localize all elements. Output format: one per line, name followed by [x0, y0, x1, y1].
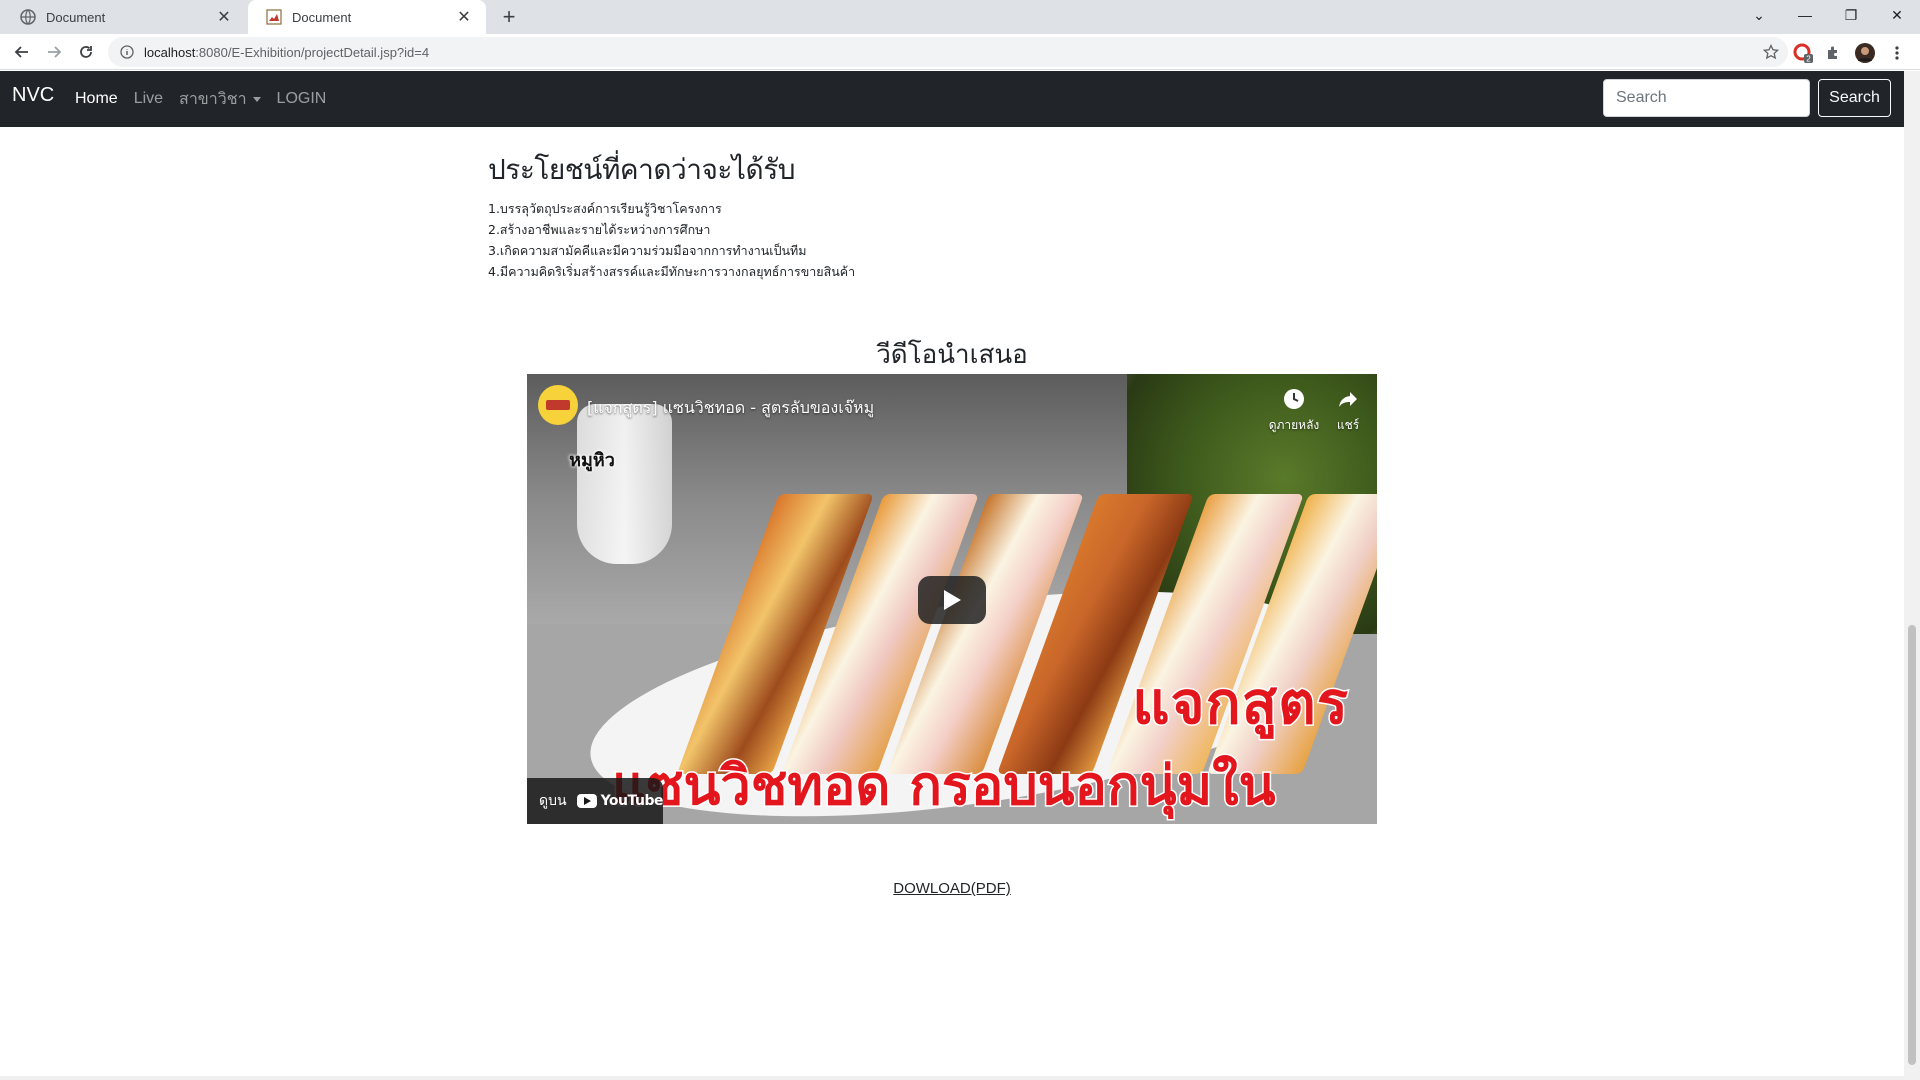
- benefits-list: 1.บรรลุวัตถุประสงค์การเรียนรู้วิชาโครงกา…: [488, 198, 1388, 282]
- tab-close-icon[interactable]: ✕: [214, 7, 234, 27]
- svg-text:2: 2: [1806, 55, 1811, 64]
- page-favicon-icon: [266, 9, 282, 25]
- page-bottom-edge: [0, 1076, 1904, 1080]
- site-navbar: NVC Home Live สาขาวิชา LOGIN Search: [0, 71, 1904, 127]
- tab-title: Document: [46, 9, 106, 25]
- video-heading: วีดีโอนำเสนอ: [876, 340, 1028, 370]
- nav-live[interactable]: Live: [134, 90, 163, 108]
- tab-title: Document: [292, 9, 352, 25]
- benefits-section: ประโยชน์ที่คาดว่าจะได้รับ 1.บรรลุวัตถุปร…: [488, 148, 1388, 282]
- watch-on-label: ดูบน: [539, 793, 567, 809]
- share-arrow-icon: [1335, 386, 1361, 412]
- browser-menu-icon[interactable]: [1886, 42, 1908, 64]
- download-pdf-link[interactable]: DOWLOAD(PDF): [893, 880, 1011, 897]
- globe-icon: [20, 9, 36, 25]
- play-icon: [944, 590, 961, 610]
- watch-on-youtube-button[interactable]: ดูบน YouTube: [527, 778, 664, 824]
- new-tab-button[interactable]: +: [496, 4, 522, 29]
- profile-avatar[interactable]: [1854, 42, 1876, 64]
- list-item: 3.เกิดความสามัคคีและมีความร่วมมือจากการท…: [488, 243, 807, 258]
- video-title[interactable]: [แจกสูตร] แซนวิชทอด - สูตรลับของเจ๊หมู: [587, 396, 874, 421]
- forward-icon[interactable]: [42, 40, 66, 64]
- nav-login[interactable]: LOGIN: [277, 90, 327, 108]
- address-bar[interactable]: localhost:8080/E-Exhibition/projectDetai…: [108, 37, 1788, 67]
- share-button[interactable]: แชร์: [1313, 386, 1377, 435]
- play-button[interactable]: [918, 576, 986, 624]
- benefits-heading: ประโยชน์ที่คาดว่าจะได้รับ: [488, 153, 796, 186]
- extensions-puzzle-icon[interactable]: [1822, 42, 1844, 64]
- search-button[interactable]: Search: [1818, 79, 1891, 117]
- list-item: 1.บรรลุวัตถุประสงค์การเรียนรู้วิชาโครงกา…: [488, 201, 722, 216]
- extension-icon[interactable]: 2: [1792, 42, 1814, 64]
- site-info-icon[interactable]: [118, 43, 136, 61]
- reload-icon[interactable]: [74, 40, 98, 64]
- close-window-button[interactable]: ✕: [1874, 0, 1920, 30]
- search-input[interactable]: [1603, 79, 1810, 117]
- page-scrollbar[interactable]: [1904, 71, 1920, 1080]
- url-text: localhost:8080/E-Exhibition/projectDetai…: [144, 44, 430, 60]
- brand-logo[interactable]: NVC: [12, 84, 54, 107]
- browser-tabstrip: Document ✕ Document ✕ + ⌄ — ❐ ✕: [0, 0, 1920, 34]
- caret-down-icon: [252, 96, 261, 102]
- thumbnail-overlay-text: แจกสูตร: [1131, 668, 1350, 739]
- scrollbar-thumb[interactable]: [1908, 625, 1916, 1065]
- thumbnail-overlay-text: แซนวิชทอด กรอบนอกนุ่มใน: [610, 753, 1276, 819]
- tab-search-icon[interactable]: ⌄: [1736, 0, 1782, 30]
- download-section: DOWLOAD(PDF): [0, 880, 1904, 898]
- nav-links: Home Live สาขาวิชา LOGIN: [75, 71, 342, 127]
- youtube-play-icon: [576, 794, 597, 808]
- minimize-button[interactable]: —: [1782, 0, 1828, 30]
- clock-icon: [1281, 386, 1307, 412]
- list-item: 4.มีความคิดริเริ่มสร้างสรรค์และมีทักษะกา…: [488, 264, 856, 279]
- browser-toolbar: localhost:8080/E-Exhibition/projectDetai…: [0, 34, 1920, 70]
- browser-tab-2[interactable]: Document ✕: [248, 0, 486, 34]
- nav-department-dropdown[interactable]: สาขาวิชา: [179, 87, 261, 112]
- restore-button[interactable]: ❐: [1828, 0, 1874, 30]
- youtube-embed[interactable]: หมูหิว [แจกสูตร] แซนวิชทอด - สูตรลับของเ…: [527, 374, 1377, 824]
- list-item: 2.สร้างอาชีพและรายได้ระหว่างการศึกษา: [488, 222, 711, 237]
- browser-tab-1[interactable]: Document ✕: [2, 0, 246, 34]
- bookmark-star-icon[interactable]: [1762, 43, 1780, 61]
- nav-home[interactable]: Home: [75, 90, 118, 108]
- youtube-logo: YouTube: [576, 793, 664, 809]
- tab-close-icon[interactable]: ✕: [454, 7, 474, 27]
- back-icon[interactable]: [10, 40, 34, 64]
